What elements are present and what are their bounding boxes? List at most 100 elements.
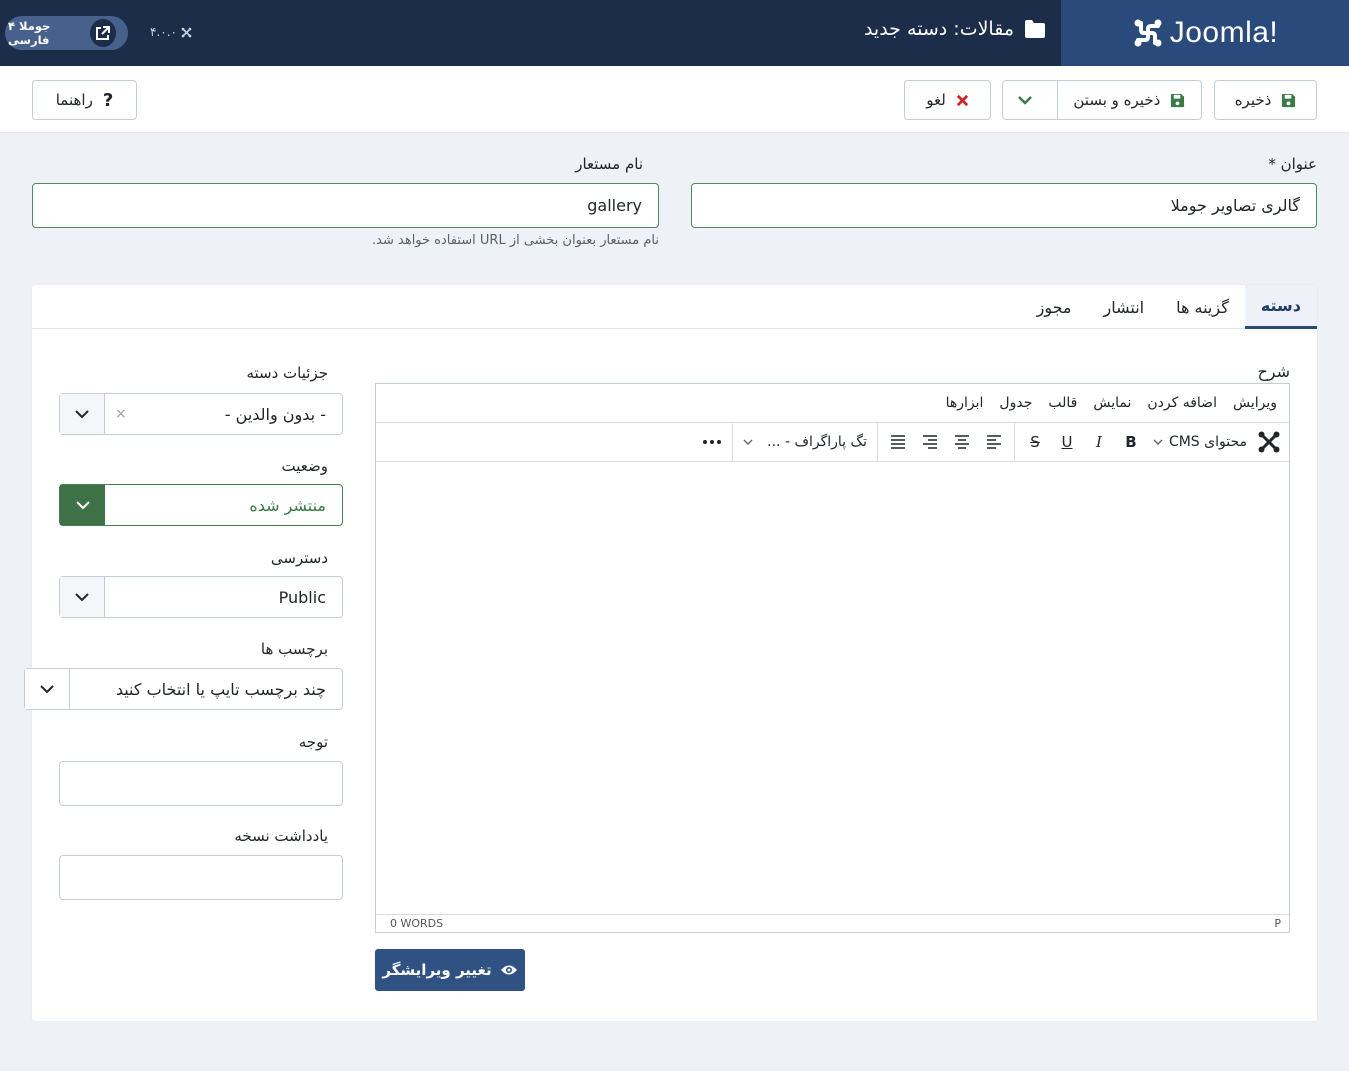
- save-close-label: ذخیره و بستن: [1073, 91, 1161, 109]
- menu-tools[interactable]: ابزارها: [946, 395, 984, 411]
- save-icon: [1282, 93, 1296, 107]
- chevron-down-icon: [60, 485, 105, 525]
- toolbar-divider: [732, 422, 734, 462]
- tab-label: دسته: [1260, 296, 1301, 315]
- editor-menubar: ویرایش اضافه کردن نمایش قالب جدول ابزاره…: [376, 384, 1289, 423]
- eye-icon: [500, 965, 517, 975]
- chevron-down-icon: [60, 394, 105, 434]
- editor-format-toolbar: محتوای CMS B I U S تگ پاراگراف - ...: [376, 422, 1289, 462]
- state-select[interactable]: منتشر شده: [59, 484, 343, 526]
- tab-options[interactable]: گزینه ها: [1160, 285, 1245, 329]
- more-options-button[interactable]: [696, 427, 728, 457]
- bold-button[interactable]: B: [1115, 427, 1147, 457]
- strikethrough-button[interactable]: S: [1019, 427, 1051, 457]
- cms-content-label: محتوای CMS: [1168, 434, 1247, 450]
- joomla-small-icon: [181, 27, 192, 37]
- parent-select[interactable]: - بدون والدین - ×: [59, 393, 343, 435]
- parent-value: - بدون والدین -: [224, 404, 326, 424]
- access-select[interactable]: Public: [59, 576, 343, 618]
- menu-format[interactable]: قالب: [1048, 395, 1077, 411]
- toggle-editor-button[interactable]: تغییر ویرایشگر: [375, 949, 525, 991]
- paragraph-label: تگ پاراگراف - ...: [767, 434, 867, 450]
- save-label: ذخیره: [1234, 91, 1272, 109]
- menu-edit[interactable]: ویرایش: [1233, 395, 1277, 411]
- tab-label: مجوز: [1036, 297, 1072, 317]
- menu-view[interactable]: نمایش: [1093, 395, 1131, 411]
- page-title-text: مقالات: دسته جدید: [863, 18, 1014, 40]
- folder-icon: [1025, 20, 1045, 38]
- chevron-down-icon: [1017, 96, 1032, 105]
- chevron-down-icon: [60, 577, 105, 617]
- element-path[interactable]: P: [1274, 917, 1281, 930]
- align-left-button[interactable]: [978, 427, 1010, 457]
- joomla-logo-icon: [1134, 19, 1162, 47]
- align-center-icon: [954, 435, 969, 449]
- help-button[interactable]: ? راهنما: [32, 80, 137, 120]
- joomla-logo[interactable]: Joomla!: [1061, 0, 1349, 66]
- menu-table[interactable]: جدول: [999, 395, 1032, 411]
- menu-insert[interactable]: اضافه کردن: [1147, 395, 1217, 411]
- rich-text-editor: ویرایش اضافه کردن نمایش قالب جدول ابزاره…: [375, 383, 1290, 933]
- description-label: شرح: [1257, 362, 1290, 381]
- help-label: راهنما: [55, 91, 93, 109]
- joomla-cms-icon[interactable]: [1253, 427, 1285, 457]
- tags-label: برچسب ها: [260, 640, 328, 658]
- cms-content-dropdown[interactable]: محتوای CMS: [1147, 427, 1253, 457]
- save-button[interactable]: ذخیره: [1214, 80, 1317, 120]
- align-right-button[interactable]: [914, 427, 946, 457]
- question-icon: ?: [102, 89, 114, 111]
- toolbar-divider: [1013, 422, 1015, 462]
- alias-label: نام مستعار: [575, 155, 643, 173]
- justify-icon: [890, 435, 905, 449]
- clear-icon[interactable]: ×: [105, 406, 137, 422]
- tab-label: گزینه ها: [1176, 297, 1229, 317]
- brand-name: Joomla!: [1169, 16, 1279, 49]
- title-label: عنوان *: [1268, 155, 1317, 173]
- access-label: دسترسی: [270, 549, 328, 567]
- title-value: گالری تصاویر جوملا: [1170, 196, 1300, 215]
- chevron-down-icon: [743, 439, 753, 445]
- save-dropdown-toggle[interactable]: [1003, 81, 1047, 119]
- paragraph-dropdown[interactable]: تگ پاراگراف - ...: [737, 427, 873, 457]
- tags-select[interactable]: چند برچسب تایپ یا انتخاب کنید: [24, 668, 343, 710]
- form-card: دسته گزینه ها انتشار مجوز شرح ویرایش اضا…: [24, 285, 1317, 1021]
- editor-content-area[interactable]: [376, 462, 1289, 914]
- view-site-button[interactable]: جوملا ۴ فارسی: [5, 16, 128, 50]
- version-number: ۴.۰.۰: [150, 25, 177, 39]
- access-value: Public: [278, 587, 326, 607]
- title-input[interactable]: گالری تصاویر جوملا: [691, 183, 1317, 228]
- alias-value: gallery: [587, 196, 642, 215]
- tab-label: انتشار: [1103, 297, 1145, 317]
- save-icon: [1171, 93, 1185, 107]
- site-name: جوملا ۴ فارسی: [8, 19, 51, 47]
- ellipsis-icon: [703, 440, 722, 444]
- page-title: مقالات: دسته جدید: [864, 18, 1046, 40]
- note-label: توجه: [298, 733, 328, 751]
- justify-button[interactable]: [882, 427, 914, 457]
- cancel-button[interactable]: لغو: [904, 80, 991, 120]
- version-note-label: یادداشت نسخه: [234, 827, 328, 845]
- chevron-down-icon: [25, 669, 70, 709]
- tab-publishing[interactable]: انتشار: [1088, 285, 1161, 329]
- underline-button[interactable]: U: [1051, 427, 1083, 457]
- toggle-editor-label: تغییر ویرایشگر: [382, 961, 492, 979]
- chevron-down-icon: [1153, 439, 1163, 445]
- tab-permissions[interactable]: مجوز: [1021, 285, 1088, 329]
- header: Joomla! مقالات: دسته جدید جوملا ۴ فارسی …: [0, 0, 1349, 66]
- external-link-icon: [89, 19, 116, 47]
- alias-hint: نام مستعار بعنوان بخشی از URL استفاده خو…: [372, 233, 659, 248]
- toolbar: ذخیره ذخیره و بستن لغو ? راهنما: [0, 66, 1349, 133]
- save-close-group: ذخیره و بستن: [1002, 80, 1202, 120]
- tags-placeholder: چند برچسب تایپ یا انتخاب کنید: [115, 679, 326, 699]
- tab-category[interactable]: دسته: [1244, 285, 1317, 329]
- version-note-input[interactable]: [59, 855, 343, 900]
- italic-button[interactable]: I: [1083, 427, 1115, 457]
- align-center-button[interactable]: [946, 427, 978, 457]
- state-value: منتشر شده: [249, 495, 326, 515]
- note-input[interactable]: [59, 761, 343, 806]
- state-label: وضعیت: [281, 457, 328, 475]
- word-count: 0 WORDS: [390, 917, 444, 930]
- save-close-button[interactable]: ذخیره و بستن: [1056, 81, 1201, 119]
- alias-input[interactable]: gallery: [32, 183, 659, 228]
- align-left-icon: [986, 435, 1001, 449]
